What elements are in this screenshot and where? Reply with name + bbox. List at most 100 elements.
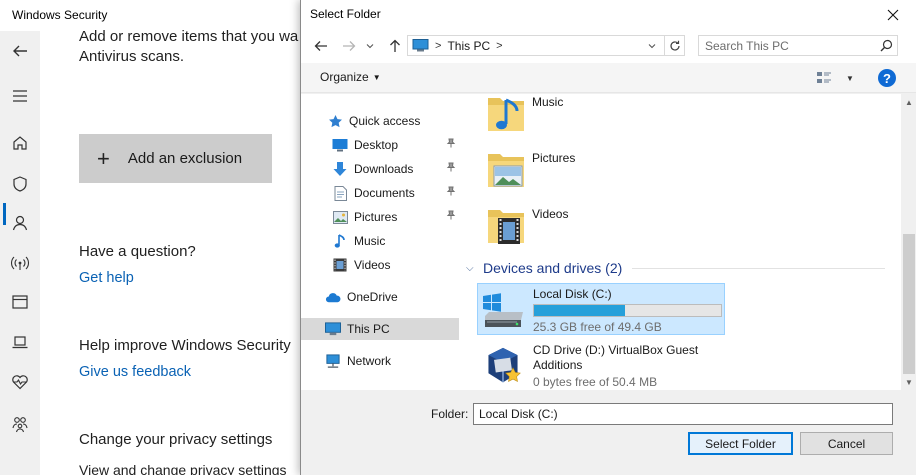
command-bar: Organize ▼ ▼ ? (301, 63, 916, 93)
nav-desktop[interactable]: Desktop (301, 134, 459, 156)
scroll-up-arrow-icon[interactable]: ▲ (901, 94, 916, 110)
back-button[interactable] (311, 36, 331, 56)
drive-free-space: 0 bytes free of 50.4 MB (533, 375, 658, 389)
back-arrow-icon[interactable] (0, 39, 40, 63)
vertical-scrollbar[interactable]: ▲ ▼ (901, 94, 916, 390)
folder-item-music[interactable]: Music (484, 94, 634, 144)
devices-and-drives-group-header[interactable]: ⌵ Devices and drives (2) (466, 258, 891, 278)
star-icon (327, 113, 343, 129)
nav-pictures[interactable]: Pictures (301, 206, 459, 228)
question-heading: Have a question? (79, 243, 196, 260)
group-title: Devices and drives (2) (483, 260, 623, 276)
nav-label: OneDrive (347, 290, 398, 304)
drive-name: Local Disk (C:) (533, 287, 612, 301)
group-divider (632, 267, 885, 269)
this-pc-icon (412, 39, 429, 52)
address-bar[interactable]: > This PC > (407, 35, 685, 56)
nav-onedrive[interactable]: OneDrive (301, 286, 459, 308)
laptop-icon[interactable] (0, 330, 40, 354)
wireless-icon[interactable] (0, 251, 40, 275)
drive-item-local-disk-c[interactable]: Local Disk (C:) 25.3 GB free of 49.4 GB (477, 283, 725, 335)
organize-menu-button[interactable]: Organize ▼ (320, 70, 381, 84)
person-icon[interactable] (0, 211, 40, 235)
breadcrumb-this-pc[interactable]: This PC (447, 39, 490, 53)
heart-monitor-icon[interactable] (0, 370, 40, 394)
forward-button[interactable] (339, 36, 359, 56)
help-button[interactable]: ? (878, 69, 896, 87)
breadcrumb-separator: > (435, 39, 442, 52)
family-icon[interactable] (0, 412, 40, 436)
refresh-button[interactable] (664, 36, 684, 55)
folder-name: Pictures (532, 151, 576, 165)
close-button[interactable] (870, 0, 916, 29)
search-input[interactable] (699, 36, 875, 55)
back-arrow-icon (314, 41, 327, 51)
folder-name: Music (532, 95, 564, 109)
nav-this-pc[interactable]: This PC (301, 318, 459, 340)
pin-icon (446, 210, 456, 223)
add-exclusion-label: Add an exclusion (127, 150, 243, 167)
shield-icon[interactable] (0, 172, 40, 196)
select-folder-dialog: Select Folder > This PC > Search This PC… (300, 0, 916, 475)
search-box[interactable] (698, 35, 898, 56)
pictures-icon (332, 209, 348, 225)
folder-item-pictures[interactable]: Pictures (484, 148, 634, 200)
up-arrow-icon (390, 39, 400, 52)
onedrive-cloud-icon (325, 289, 341, 305)
browser-window-icon[interactable] (0, 290, 40, 314)
desktop-icon (332, 137, 348, 153)
nav-network[interactable]: Network (301, 350, 459, 372)
pin-icon (446, 138, 456, 151)
nav-videos[interactable]: Videos (301, 254, 459, 276)
downloads-icon (332, 161, 348, 177)
dialog-title: Select Folder (310, 7, 381, 21)
nav-label: Videos (354, 258, 391, 272)
drive-item-cd-drive-d[interactable]: CD Drive (D:) VirtualBox Guest Additions… (477, 339, 725, 390)
breadcrumb-separator[interactable]: > (496, 40, 502, 52)
dialog-footer: Folder: Select Folder Cancel (301, 390, 916, 475)
forward-arrow-icon (343, 41, 356, 51)
change-view-button[interactable]: ▼ (816, 69, 856, 87)
nav-music[interactable]: Music (301, 230, 459, 252)
nav-documents[interactable]: Documents (301, 182, 459, 204)
nav-label: Pictures (354, 210, 398, 224)
caret-down-icon: ▼ (846, 73, 854, 83)
chevron-down-icon (648, 43, 656, 48)
nav-downloads[interactable]: Downloads (301, 158, 459, 180)
scrollbar-thumb[interactable] (903, 234, 915, 374)
network-icon (325, 353, 341, 369)
hamburger-menu-icon[interactable] (0, 84, 40, 108)
navigation-pane: Quick access Desktop Downloads Documents (301, 94, 459, 390)
get-help-link[interactable]: Get help (79, 270, 134, 286)
cancel-button[interactable]: Cancel (800, 432, 893, 455)
exclusions-description-line1: Add or remove items that you wa (79, 28, 299, 45)
folder-name-input[interactable] (473, 403, 893, 425)
nav-label: This PC (347, 322, 390, 336)
nav-quick-access[interactable]: Quick access (301, 110, 459, 132)
videos-icon (332, 257, 348, 273)
close-icon (887, 9, 899, 20)
address-dropdown-button[interactable] (642, 36, 662, 55)
recent-locations-button[interactable] (363, 36, 377, 56)
drive-name: CD Drive (D:) VirtualBox Guest Additions (533, 343, 699, 372)
dialog-titlebar[interactable]: Select Folder (301, 0, 916, 29)
select-folder-button[interactable]: Select Folder (688, 432, 793, 455)
exclusions-description-line2: Antivirus scans. (79, 48, 185, 65)
scroll-down-arrow-icon[interactable]: ▼ (901, 374, 916, 390)
caret-down-icon: ▼ (372, 73, 381, 82)
add-exclusion-button[interactable]: + Add an exclusion (79, 134, 272, 183)
drive-usage-fill (534, 305, 626, 316)
drive-free-space: 25.3 GB free of 49.4 GB (533, 320, 662, 334)
search-icon[interactable] (880, 39, 893, 52)
pin-icon (446, 186, 456, 199)
give-feedback-link[interactable]: Give us feedback (79, 364, 191, 380)
up-button[interactable] (385, 36, 405, 56)
home-icon[interactable] (0, 131, 40, 155)
improve-heading: Help improve Windows Security (79, 337, 291, 354)
folder-item-videos[interactable]: Videos (484, 204, 634, 256)
privacy-heading: Change your privacy settings (79, 431, 273, 448)
folder-name: Videos (532, 207, 569, 221)
nav-rail (0, 31, 40, 475)
drive-usage-bar (533, 304, 722, 317)
collapse-chevron-icon: ⌵ (466, 262, 474, 274)
